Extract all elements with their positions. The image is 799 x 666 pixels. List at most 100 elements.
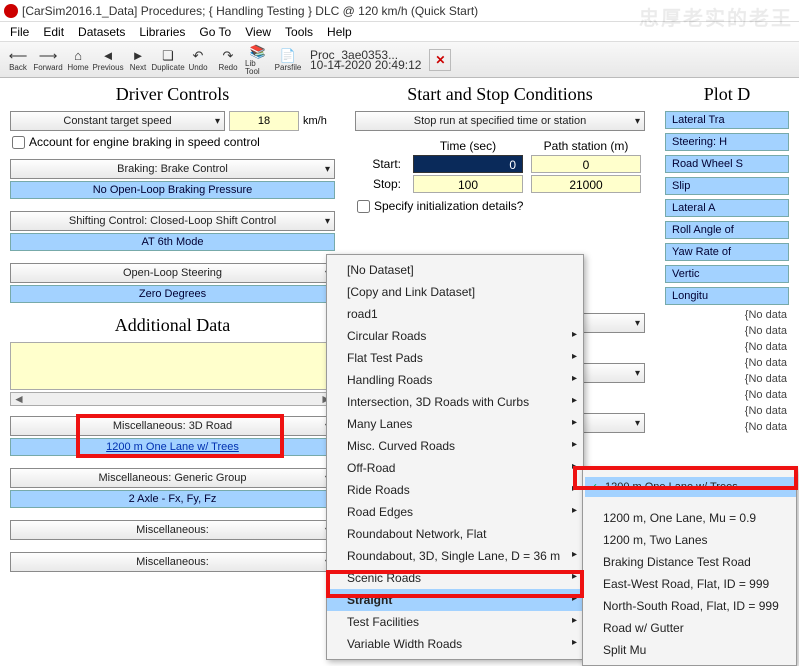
menu-file[interactable]: File	[4, 23, 35, 41]
sub-item[interactable]: Braking Distance Test Road	[583, 551, 796, 573]
ctx-item[interactable]: [No Dataset]	[327, 259, 583, 281]
stop-path-input[interactable]: 21000	[531, 175, 641, 193]
misc-blank-combo-1[interactable]: Miscellaneous:	[10, 520, 335, 540]
steer-combo[interactable]: Open-Loop Steering	[10, 263, 335, 283]
menu-help[interactable]: Help	[321, 23, 358, 41]
steer-value[interactable]: Zero Degrees	[10, 285, 335, 303]
shift-value[interactable]: AT 6th Mode	[10, 233, 335, 251]
ctx-item[interactable]: Circular Roads	[327, 325, 583, 347]
nodata-6: {No data	[665, 389, 789, 401]
straight-submenu[interactable]: 1200 m One Lane w/ Trees 1200 m, One Lan…	[582, 468, 797, 666]
forward-button[interactable]: ⟶Forward	[34, 45, 62, 75]
ctx-item[interactable]: Flat Test Pads	[327, 347, 583, 369]
nodata-5: {No data	[665, 373, 789, 385]
ctx-item[interactable]: Misc. Curved Roads	[327, 435, 583, 457]
braking-combo[interactable]: Braking: Brake Control	[10, 159, 335, 179]
ctx-item[interactable]: road1	[327, 303, 583, 325]
ctx-item[interactable]: Intersection, 3D Roads with Curbs	[327, 391, 583, 413]
init-details-check[interactable]: Specify initialization details?	[357, 199, 645, 213]
speed-unit: km/h	[303, 115, 335, 127]
engine-braking-checkbox[interactable]	[12, 136, 25, 149]
target-speed-input[interactable]: 18	[229, 111, 299, 131]
time-header: Time (sec)	[413, 139, 523, 153]
road-context-menu[interactable]: [No Dataset] [Copy and Link Dataset] roa…	[326, 254, 584, 660]
plot-row-5[interactable]: Roll Angle of	[665, 221, 789, 239]
redo-icon: ↷	[220, 48, 236, 64]
libtool-button[interactable]: 📚Lib Tool	[244, 45, 272, 75]
menu-edit[interactable]: Edit	[37, 23, 70, 41]
ctx-item[interactable]: Roundabout, 3D, Single Lane, D = 36 m	[327, 545, 583, 567]
sub-item-1200-trees[interactable]: 1200 m One Lane w/ Trees	[585, 477, 796, 497]
sub-item[interactable]: 1200 m, One Lane, Mu = 0.9	[583, 507, 796, 529]
engine-braking-check[interactable]: Account for engine braking in speed cont…	[12, 135, 335, 149]
start-time-input[interactable]: 0	[413, 155, 523, 173]
braking-value[interactable]: No Open-Loop Braking Pressure	[10, 181, 335, 199]
prev-icon: ◄	[100, 48, 116, 64]
menu-datasets[interactable]: Datasets	[72, 23, 131, 41]
nodata-1: {No data	[665, 309, 789, 321]
ctx-item[interactable]: Scenic Roads	[327, 567, 583, 589]
parsfile-button[interactable]: 📄Parsfile	[274, 45, 302, 75]
back-icon: ⟵	[10, 48, 26, 64]
sub-item[interactable]: Split Mu	[583, 639, 796, 661]
plot-row-3[interactable]: Slip	[665, 177, 789, 195]
start-stop-heading: Start and Stop Conditions	[355, 84, 645, 105]
additional-data-textarea[interactable]	[10, 342, 335, 390]
next-button[interactable]: ►Next	[124, 45, 152, 75]
ctx-item[interactable]: Handling Roads	[327, 369, 583, 391]
init-details-checkbox[interactable]	[357, 200, 370, 213]
plot-row-1[interactable]: Steering: H	[665, 133, 789, 151]
sub-item[interactable]: East-West Road, Flat, ID = 999	[583, 573, 796, 595]
undo-button[interactable]: ↶Undo	[184, 45, 212, 75]
misc-road-combo[interactable]: Miscellaneous: 3D Road	[10, 416, 335, 436]
plot-row-7[interactable]: Vertic	[665, 265, 789, 283]
menu-view[interactable]: View	[239, 23, 277, 41]
ctx-item[interactable]: [Copy and Link Dataset]	[327, 281, 583, 303]
plot-row-8[interactable]: Longitu	[665, 287, 789, 305]
ctx-item[interactable]: Variable Width Roads	[327, 633, 583, 655]
previous-button[interactable]: ◄Previous	[94, 45, 122, 75]
ctx-item[interactable]: Ride Roads	[327, 479, 583, 501]
misc-group-value[interactable]: 2 Axle - Fx, Fy, Fz	[10, 490, 335, 508]
forward-icon: ⟶	[40, 48, 56, 64]
plot-row-2[interactable]: Road Wheel S	[665, 155, 789, 173]
shift-combo[interactable]: Shifting Control: Closed-Loop Shift Cont…	[10, 211, 335, 231]
speed-mode-combo[interactable]: Constant target speed	[10, 111, 225, 131]
additional-scrollbar[interactable]: ◄►	[10, 392, 335, 406]
plot-row-4[interactable]: Lateral A	[665, 199, 789, 217]
redo-button[interactable]: ↷Redo	[214, 45, 242, 75]
ctx-item[interactable]: Road Edges	[327, 501, 583, 523]
undo-icon: ↶	[190, 48, 206, 64]
home-button[interactable]: ⌂Home	[64, 45, 92, 75]
ctx-item[interactable]: Test Facilities	[327, 611, 583, 633]
delete-button[interactable]: ✕	[429, 49, 451, 71]
additional-data-heading: Additional Data	[10, 315, 335, 336]
sub-item[interactable]: North-South Road, Flat, ID = 999	[583, 595, 796, 617]
ctx-item-straight[interactable]: Straight	[327, 589, 583, 611]
start-path-input[interactable]: 0	[531, 155, 641, 173]
misc-road-link[interactable]: 1200 m One Lane w/ Trees	[10, 438, 335, 456]
next-icon: ►	[130, 48, 146, 64]
nodata-2: {No data	[665, 325, 789, 337]
misc-blank-combo-2[interactable]: Miscellaneous:	[10, 552, 335, 572]
plot-row-0[interactable]: Lateral Tra	[665, 111, 789, 129]
menu-goto[interactable]: Go To	[193, 23, 237, 41]
ctx-item[interactable]: Off-Road	[327, 457, 583, 479]
misc-group-combo[interactable]: Miscellaneous: Generic Group	[10, 468, 335, 488]
path-header: Path station (m)	[531, 139, 641, 153]
menu-tools[interactable]: Tools	[279, 23, 319, 41]
sub-item[interactable]: 1200 m, Two Lanes	[583, 529, 796, 551]
menu-libraries[interactable]: Libraries	[133, 23, 191, 41]
stop-mode-combo[interactable]: Stop run at specified time or station	[355, 111, 645, 131]
plot-heading: Plot D	[665, 84, 789, 105]
sub-item[interactable]: Road w/ Gutter	[583, 617, 796, 639]
ctx-item[interactable]: Many Lanes	[327, 413, 583, 435]
nodata-8: {No data	[665, 421, 789, 433]
start-label: Start:	[355, 157, 405, 171]
stop-time-input[interactable]: 100	[413, 175, 523, 193]
plot-row-6[interactable]: Yaw Rate of	[665, 243, 789, 261]
duplicate-button[interactable]: ❏Duplicate	[154, 45, 182, 75]
back-button[interactable]: ⟵Back	[4, 45, 32, 75]
ctx-item[interactable]: Roundabout Network, Flat	[327, 523, 583, 545]
window-title: [CarSim2016.1_Data] Procedures; { Handli…	[22, 4, 478, 18]
